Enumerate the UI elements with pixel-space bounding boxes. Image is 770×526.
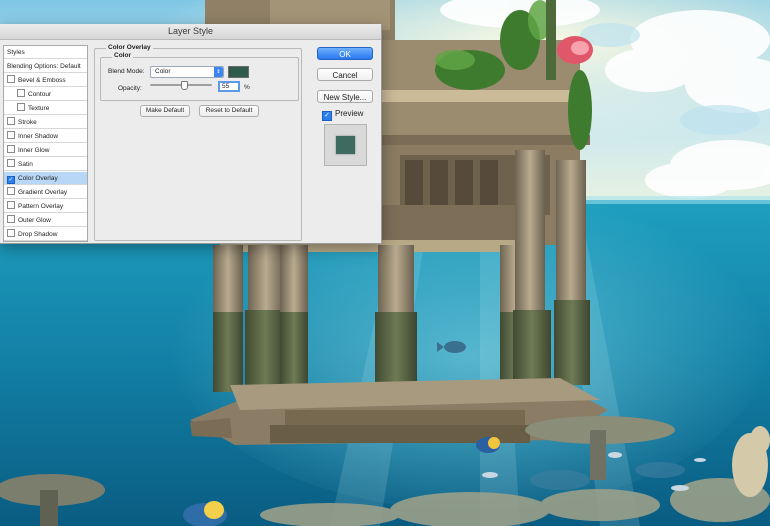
opacity-slider-thumb[interactable] [181, 81, 189, 90]
opacity-unit: % [244, 84, 250, 91]
styles-list: Styles Blending Options: Default Bevel &… [3, 45, 88, 242]
checkbox-inner-shadow[interactable] [7, 131, 15, 139]
ok-button[interactable]: OK [317, 47, 373, 60]
styles-list-item-drop-shadow[interactable]: Drop Shadow [4, 228, 87, 241]
color-overlay-panel: Color Overlay Color Blend Mode: Color ⇕ … [94, 44, 302, 241]
styles-list-item-texture[interactable]: Texture [4, 102, 87, 115]
styles-list-item-color-overlay[interactable]: ✓ Color Overlay [4, 172, 87, 185]
checkbox-outer-glow[interactable] [7, 215, 15, 223]
styles-list-item-inner-glow[interactable]: Inner Glow [4, 144, 87, 157]
styles-list-item-contour[interactable]: Contour [4, 88, 87, 101]
checkbox-drop-shadow[interactable] [7, 229, 15, 237]
styles-list-item-pattern-overlay[interactable]: Pattern Overlay [4, 200, 87, 213]
color-subgroup-title: Color [112, 52, 133, 59]
styles-list-item-outer-glow[interactable]: Outer Glow [4, 214, 87, 227]
checkbox-satin[interactable] [7, 159, 15, 167]
styles-list-item-inner-shadow[interactable]: Inner Shadow [4, 130, 87, 143]
styles-list-item-satin[interactable]: Satin [4, 158, 87, 171]
preview-label: Preview [335, 109, 364, 118]
preview-thumbnail [324, 124, 367, 166]
blend-mode-label: Blend Mode: [108, 68, 145, 75]
opacity-input[interactable]: 55 [218, 81, 240, 92]
chevron-updown-icon: ⇕ [214, 67, 223, 77]
styles-list-item-styles[interactable]: Styles [4, 46, 87, 59]
color-overlay-group-title: Color Overlay [106, 44, 153, 51]
blend-mode-value: Color [155, 68, 171, 75]
checkbox-gradient-overlay[interactable] [7, 187, 15, 195]
make-default-button[interactable]: Make Default [140, 105, 190, 117]
checkbox-stroke[interactable] [7, 117, 15, 125]
checkbox-contour[interactable] [17, 89, 25, 97]
checkbox-bevel-emboss[interactable] [7, 75, 15, 83]
blend-mode-select[interactable]: Color ⇕ [150, 66, 224, 78]
layer-style-dialog: Layer Style Styles Blending Options: Def… [0, 24, 382, 244]
styles-list-item-gradient-overlay[interactable]: Gradient Overlay [4, 186, 87, 199]
reset-to-default-button[interactable]: Reset to Default [199, 105, 259, 117]
new-style-button[interactable]: New Style... [317, 90, 373, 103]
overlay-color-swatch[interactable] [228, 66, 249, 78]
opacity-label: Opacity: [118, 85, 142, 92]
checkbox-texture[interactable] [17, 103, 25, 111]
preview-toggle[interactable]: ✓ Preview [322, 109, 363, 121]
styles-list-item-stroke[interactable]: Stroke [4, 116, 87, 129]
checkbox-preview[interactable]: ✓ [322, 111, 332, 121]
styles-list-item-bevel-emboss[interactable]: Bevel & Emboss [4, 74, 87, 87]
styles-list-item-blending-options[interactable]: Blending Options: Default [4, 60, 87, 73]
checkbox-inner-glow[interactable] [7, 145, 15, 153]
checkbox-color-overlay[interactable]: ✓ [7, 176, 15, 184]
dialog-title: Layer Style [0, 24, 381, 40]
preview-swatch [336, 136, 355, 154]
checkbox-pattern-overlay[interactable] [7, 201, 15, 209]
color-subgroup [100, 57, 299, 101]
cancel-button[interactable]: Cancel [317, 68, 373, 81]
